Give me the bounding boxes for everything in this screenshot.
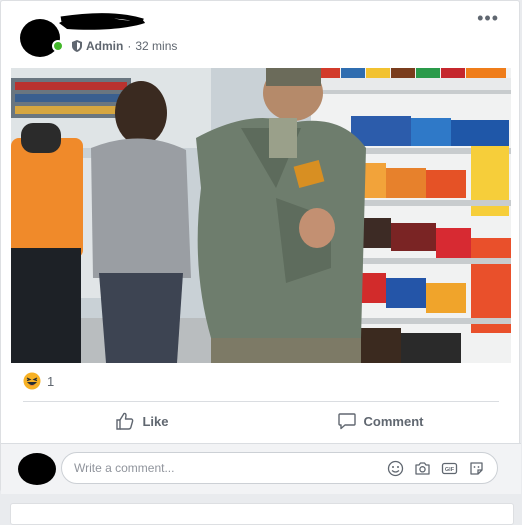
comment-placeholder: Write a comment... [74, 461, 175, 475]
haha-reaction-icon [23, 372, 41, 390]
next-post-card [10, 503, 514, 525]
author-role[interactable]: Admin [86, 39, 123, 53]
camera-icon[interactable] [414, 460, 431, 477]
reaction-count[interactable]: 1 [47, 374, 54, 389]
sticker-icon[interactable] [468, 460, 485, 477]
gif-icon[interactable]: GIF [441, 460, 458, 477]
comment-label: Comment [363, 413, 424, 429]
meta-separator: · [127, 39, 132, 53]
admin-shield-icon [72, 40, 82, 52]
profile-name-redacted[interactable] [57, 11, 147, 33]
post-meta: Admin · 32 mins [72, 39, 177, 53]
post-actions: Like Comment [23, 403, 499, 439]
post-card: Admin · 32 mins ••• 1 Like Comment Write… [0, 0, 521, 494]
reaction-summary[interactable]: 1 [23, 372, 54, 390]
comment-button[interactable]: Comment [261, 403, 499, 439]
like-button[interactable]: Like [23, 403, 261, 439]
composer-icons: GIF [387, 460, 485, 477]
commenter-avatar-redacted [18, 453, 56, 485]
post-timestamp[interactable]: 32 mins [135, 39, 177, 53]
speech-bubble-icon [337, 413, 356, 430]
comment-input[interactable]: Write a comment... GIF [61, 452, 498, 484]
more-options-button[interactable]: ••• [477, 9, 499, 27]
like-label: Like [142, 413, 169, 429]
comment-composer: Write a comment... GIF [1, 443, 521, 494]
divider-top [23, 401, 499, 402]
post-photo[interactable] [11, 68, 511, 363]
thumbs-up-icon [116, 412, 134, 430]
emoji-icon[interactable] [387, 460, 404, 477]
svg-text:GIF: GIF [445, 467, 455, 473]
